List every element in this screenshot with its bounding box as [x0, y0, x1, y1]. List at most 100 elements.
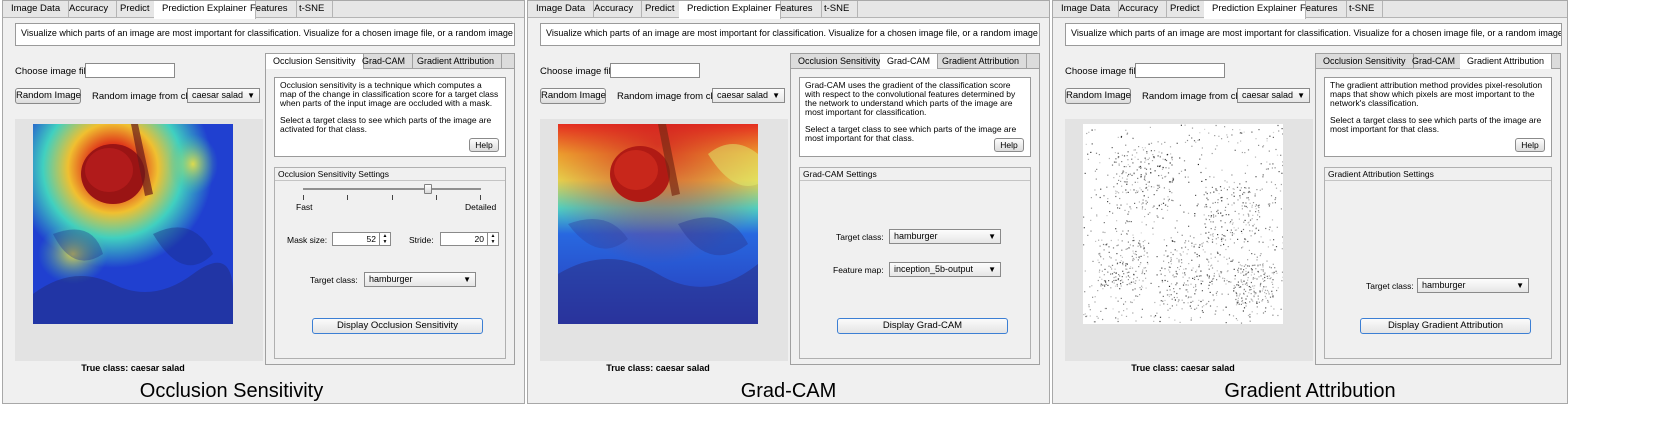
gradient-speckle: [1164, 275, 1166, 277]
random-class-dropdown[interactable]: caesar salad ▼: [712, 88, 785, 103]
gradient-speckle: [1237, 238, 1239, 240]
gradient-speckle: [1166, 294, 1169, 296]
gradient-speckle: [1255, 176, 1257, 178]
tab-prediction-explainer[interactable]: Prediction Explainer: [1204, 1, 1306, 19]
image-file-input[interactable]: [610, 63, 700, 78]
gradient-speckle: [1140, 161, 1142, 163]
gradient-speckle: [1176, 296, 1178, 299]
gradient-speckle: [1258, 241, 1260, 243]
tab-image-data[interactable]: Image Data: [3, 1, 70, 18]
gradient-speckle: [1208, 268, 1210, 270]
tab-gradient-attribution[interactable]: Gradient Attribution: [935, 54, 1028, 69]
gradient-speckle: [1233, 181, 1235, 184]
gradient-speckle: [1153, 205, 1155, 207]
target-class-dropdown[interactable]: hamburger ▼: [889, 229, 1001, 244]
tab-features[interactable]: Features: [242, 1, 297, 18]
gradient-speckle: [1108, 157, 1110, 160]
gradient-speckle: [1141, 203, 1143, 205]
tab-gradient-attribution[interactable]: Gradient Attribution: [1460, 54, 1553, 70]
gradient-speckle: [1102, 258, 1105, 260]
tab-prediction-explainer[interactable]: Prediction Explainer: [154, 1, 256, 19]
tab-features[interactable]: Features: [1292, 1, 1347, 18]
tab-occlusion-sensitivity[interactable]: Occlusion Sensitivity: [791, 54, 889, 69]
gradient-speckle: [1272, 263, 1274, 265]
tab-image-data[interactable]: Image Data: [528, 1, 595, 18]
tab-occlusion-sensitivity[interactable]: Occlusion Sensitivity: [1316, 54, 1414, 69]
gradient-speckle: [1148, 185, 1150, 187]
gradient-speckle: [1276, 272, 1278, 274]
tab-accuracy[interactable]: Accuracy: [61, 1, 118, 18]
gradient-speckle: [1201, 290, 1203, 292]
gradient-speckle: [1177, 231, 1179, 233]
settings-group: Gradient Attribution Settings Target cla…: [1324, 167, 1552, 359]
gradient-speckle: [1138, 242, 1140, 244]
spinner-arrows-icon[interactable]: ▲ ▼: [379, 233, 390, 245]
display-gradient-button[interactable]: Display Gradient Attribution: [1360, 318, 1531, 334]
gradient-speckle: [1135, 256, 1137, 259]
gradient-speckle: [1112, 212, 1114, 214]
display-occlusion-button[interactable]: Display Occlusion Sensitivity: [312, 318, 483, 334]
chevron-down-icon: ▼: [463, 275, 471, 284]
gradient-speckle: [1231, 232, 1233, 234]
tab-grad-cam[interactable]: Grad-CAM: [880, 54, 939, 70]
gradient-speckle: [1216, 189, 1218, 192]
help-button[interactable]: Help: [469, 138, 499, 152]
tab-prediction-explainer[interactable]: Prediction Explainer: [679, 1, 781, 19]
tab-accuracy[interactable]: Accuracy: [586, 1, 643, 18]
tab-tsne[interactable]: t-SNE: [291, 1, 334, 18]
tab-grad-cam[interactable]: Grad-CAM: [1405, 54, 1464, 69]
gradient-speckle: [1241, 208, 1243, 210]
gradient-speckle: [1248, 249, 1250, 251]
gradient-speckle: [1094, 296, 1096, 298]
gradient-speckle: [1239, 129, 1241, 131]
info-paragraph-1: The gradient attribution method provides…: [1330, 80, 1543, 108]
gradient-speckle: [1116, 285, 1118, 287]
tab-features[interactable]: Features: [767, 1, 822, 18]
gradient-speckle: [1211, 234, 1213, 236]
gradient-speckle: [1159, 292, 1161, 294]
image-file-input[interactable]: [1135, 63, 1225, 78]
random-class-dropdown[interactable]: caesar salad ▼: [187, 88, 260, 103]
help-button[interactable]: Help: [1515, 138, 1545, 152]
tab-occlusion-sensitivity[interactable]: Occlusion Sensitivity: [266, 54, 364, 70]
slider-tick: [303, 195, 304, 200]
gradient-speckle: [1262, 278, 1264, 280]
target-class-dropdown[interactable]: hamburger ▼: [364, 272, 476, 287]
gradient-speckle: [1156, 189, 1158, 192]
feature-map-dropdown[interactable]: inception_5b-output ▼: [889, 262, 1001, 277]
tab-grad-cam[interactable]: Grad-CAM: [355, 54, 414, 69]
speed-slider-track[interactable]: [303, 188, 481, 190]
random-class-dropdown[interactable]: caesar salad ▼: [1237, 88, 1310, 103]
gradient-speckle: [1259, 189, 1261, 191]
random-image-button[interactable]: Random Image: [540, 88, 606, 104]
tab-predict[interactable]: Predict: [112, 1, 159, 18]
spinner-arrows-icon[interactable]: ▲ ▼: [487, 233, 498, 245]
display-gradcam-button[interactable]: Display Grad-CAM: [837, 318, 1008, 334]
random-image-button[interactable]: Random Image: [15, 88, 81, 104]
gradient-speckle: [1276, 154, 1279, 156]
image-file-input[interactable]: [85, 63, 175, 78]
tab-predict[interactable]: Predict: [637, 1, 684, 18]
speed-slider-thumb[interactable]: [423, 184, 432, 194]
gradient-speckle: [1194, 293, 1196, 295]
gradient-speckle: [1251, 269, 1253, 271]
target-class-dropdown[interactable]: hamburger ▼: [1417, 278, 1529, 293]
tab-accuracy[interactable]: Accuracy: [1111, 1, 1168, 18]
tab-predict[interactable]: Predict: [1162, 1, 1209, 18]
gradient-speckle: [1189, 305, 1191, 307]
tab-tsne[interactable]: t-SNE: [816, 1, 859, 18]
mask-size-spinner[interactable]: 52 ▲ ▼: [332, 232, 391, 246]
tab-tsne[interactable]: t-SNE: [1341, 1, 1384, 18]
gradient-speckle: [1266, 260, 1268, 262]
help-button[interactable]: Help: [994, 138, 1024, 152]
tab-image-data[interactable]: Image Data: [1053, 1, 1120, 18]
gradient-speckle: [1232, 222, 1234, 224]
tab-gradient-attribution[interactable]: Gradient Attribution: [410, 54, 503, 69]
gradient-speckle: [1281, 271, 1283, 273]
gradient-speckle: [1103, 195, 1105, 197]
gradient-speckle: [1114, 285, 1117, 287]
gradient-speckle: [1211, 283, 1213, 285]
gradient-speckle: [1280, 208, 1282, 210]
random-image-button[interactable]: Random Image: [1065, 88, 1131, 104]
stride-spinner[interactable]: 20 ▲ ▼: [440, 232, 499, 246]
